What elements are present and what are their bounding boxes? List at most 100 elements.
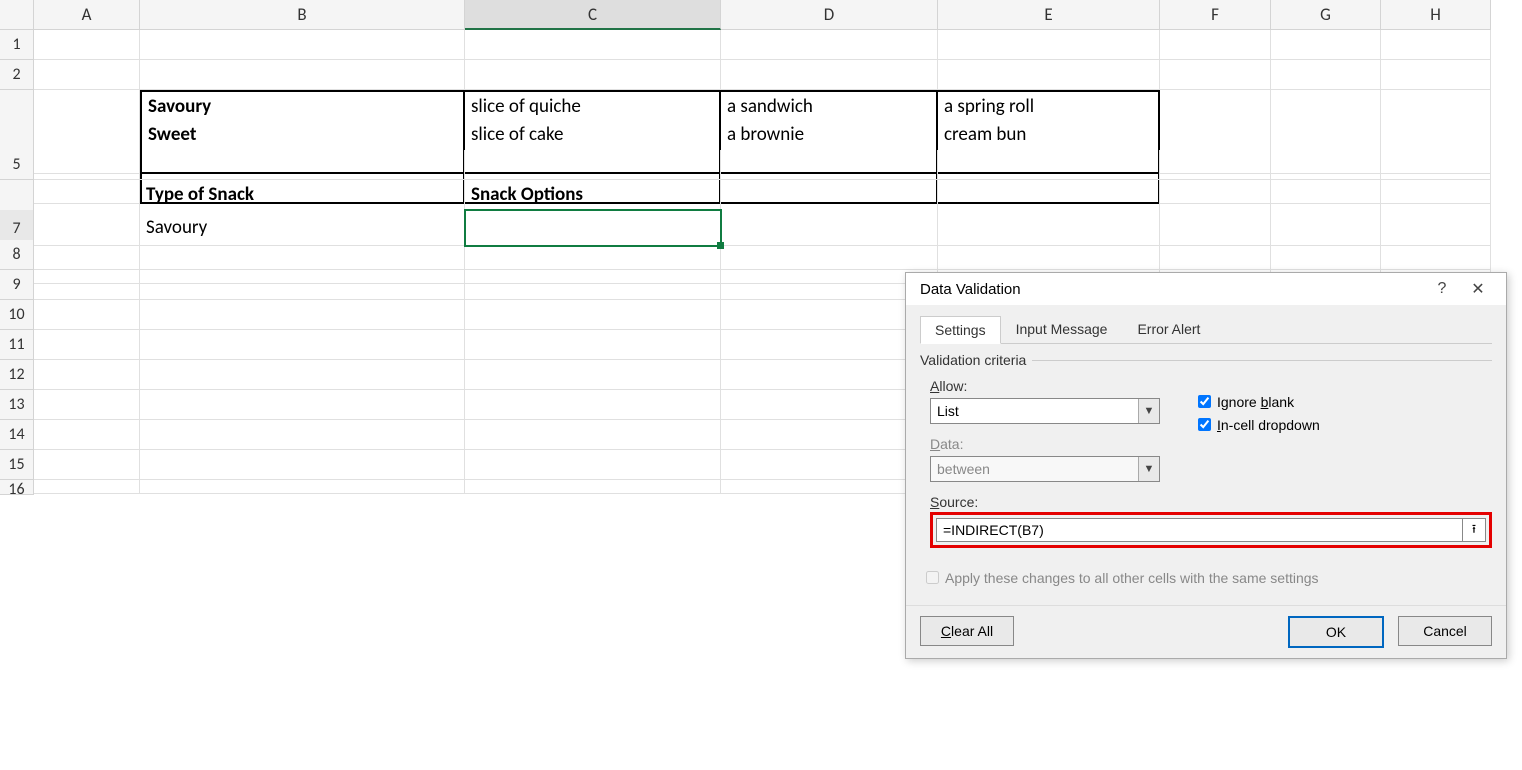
cell-C10[interactable] <box>465 300 721 330</box>
dialog-tabs: Settings Input Message Error Alert <box>920 315 1492 344</box>
cell-B2[interactable] <box>140 60 465 90</box>
cell-D8[interactable] <box>721 240 938 270</box>
cell-A12[interactable] <box>34 360 140 390</box>
criteria-header: Validation criteria <box>920 352 1026 368</box>
cell-C5[interactable] <box>465 150 721 180</box>
cell-E2[interactable] <box>938 60 1160 90</box>
ignore-blank-checkbox[interactable] <box>1198 395 1211 408</box>
row-header-8[interactable]: 8 <box>0 240 34 270</box>
cell-B9[interactable] <box>140 270 465 300</box>
cell-B15[interactable] <box>140 450 465 480</box>
cell-C12[interactable] <box>465 360 721 390</box>
cell-B8[interactable] <box>140 240 465 270</box>
col-header-B[interactable]: B <box>140 0 465 30</box>
cell-B13[interactable] <box>140 390 465 420</box>
select-all-corner[interactable] <box>0 0 34 30</box>
cell-E8[interactable] <box>938 240 1160 270</box>
cancel-button[interactable]: Cancel <box>1398 616 1492 646</box>
cell-B11[interactable] <box>140 330 465 360</box>
cell-A15[interactable] <box>34 450 140 480</box>
data-validation-dialog[interactable]: Data Validation ? ✕ Settings Input Messa… <box>905 272 1507 659</box>
tab-settings[interactable]: Settings <box>920 316 1001 344</box>
cell-C9[interactable] <box>465 270 721 300</box>
cell-G2[interactable] <box>1271 60 1381 90</box>
cell-D2[interactable] <box>721 60 938 90</box>
row-header-11[interactable]: 11 <box>0 330 34 360</box>
cell-H1[interactable] <box>1381 30 1491 60</box>
cell-F5[interactable] <box>1160 150 1271 180</box>
col-header-D[interactable]: D <box>721 0 938 30</box>
cell-A8[interactable] <box>34 240 140 270</box>
row-header-10[interactable]: 10 <box>0 300 34 330</box>
cell-B10[interactable] <box>140 300 465 330</box>
cell-A5[interactable] <box>34 150 140 180</box>
tab-error-alert[interactable]: Error Alert <box>1122 315 1215 343</box>
close-button[interactable]: ✕ <box>1460 279 1496 299</box>
cell-C13[interactable] <box>465 390 721 420</box>
cell-A10[interactable] <box>34 300 140 330</box>
cell-A14[interactable] <box>34 420 140 450</box>
cell-C1[interactable] <box>465 30 721 60</box>
col-header-F[interactable]: F <box>1160 0 1271 30</box>
cell-H8[interactable] <box>1381 240 1491 270</box>
row-header-15[interactable]: 15 <box>0 450 34 480</box>
row-header-2[interactable]: 2 <box>0 60 34 90</box>
cell-C2[interactable] <box>465 60 721 90</box>
cell-C14[interactable] <box>465 420 721 450</box>
incell-dropdown-label: In-cell dropdown <box>1217 417 1320 433</box>
tab-input-message[interactable]: Input Message <box>1001 315 1123 343</box>
cell-H5[interactable] <box>1381 150 1491 180</box>
row-header-13[interactable]: 13 <box>0 390 34 420</box>
cell-D1[interactable] <box>721 30 938 60</box>
cell-A9[interactable] <box>34 270 140 300</box>
row-header-14[interactable]: 14 <box>0 420 34 450</box>
cell-A13[interactable] <box>34 390 140 420</box>
data-select: between ▼ <box>930 456 1160 482</box>
apply-to-others-label: Apply these changes to all other cells w… <box>945 570 1319 586</box>
cell-A16[interactable] <box>34 480 140 494</box>
col-header-A[interactable]: A <box>34 0 140 30</box>
row-header-5[interactable]: 5 <box>0 150 34 180</box>
cell-E1[interactable] <box>938 30 1160 60</box>
cell-H2[interactable] <box>1381 60 1491 90</box>
cell-A11[interactable] <box>34 330 140 360</box>
cell-A1[interactable] <box>34 30 140 60</box>
ignore-blank-label: Ignore blank <box>1217 394 1294 410</box>
dialog-titlebar[interactable]: Data Validation ? ✕ <box>906 273 1506 305</box>
cell-F1[interactable] <box>1160 30 1271 60</box>
source-highlight: ⭱ <box>930 512 1492 548</box>
col-header-C[interactable]: C <box>465 0 721 30</box>
cell-F8[interactable] <box>1160 240 1271 270</box>
clear-all-button[interactable]: Clear All <box>920 616 1014 646</box>
allow-select[interactable]: List ▼ <box>930 398 1160 424</box>
row-header-16[interactable]: 16 <box>0 480 34 495</box>
cell-C16[interactable] <box>465 480 721 494</box>
range-picker-button[interactable]: ⭱ <box>1463 518 1486 542</box>
col-header-G[interactable]: G <box>1271 0 1381 30</box>
cell-D5[interactable] <box>721 150 938 180</box>
cell-C8[interactable] <box>465 240 721 270</box>
cell-A2[interactable] <box>34 60 140 90</box>
col-header-E[interactable]: E <box>938 0 1160 30</box>
cell-E5[interactable] <box>938 150 1160 180</box>
data-label: Data: <box>930 436 963 452</box>
help-button[interactable]: ? <box>1424 280 1460 298</box>
ok-button[interactable]: OK <box>1288 616 1384 648</box>
row-header-1[interactable]: 1 <box>0 30 34 60</box>
cell-B14[interactable] <box>140 420 465 450</box>
cell-G8[interactable] <box>1271 240 1381 270</box>
col-header-H[interactable]: H <box>1381 0 1491 30</box>
cell-F2[interactable] <box>1160 60 1271 90</box>
cell-B5[interactable] <box>140 150 465 180</box>
cell-G1[interactable] <box>1271 30 1381 60</box>
cell-G5[interactable] <box>1271 150 1381 180</box>
incell-dropdown-checkbox[interactable] <box>1198 418 1211 431</box>
cell-B12[interactable] <box>140 360 465 390</box>
source-input[interactable] <box>936 518 1463 542</box>
cell-C15[interactable] <box>465 450 721 480</box>
cell-C11[interactable] <box>465 330 721 360</box>
row-header-12[interactable]: 12 <box>0 360 34 390</box>
row-header-9[interactable]: 9 <box>0 270 34 300</box>
cell-B16[interactable] <box>140 480 465 494</box>
cell-B1[interactable] <box>140 30 465 60</box>
